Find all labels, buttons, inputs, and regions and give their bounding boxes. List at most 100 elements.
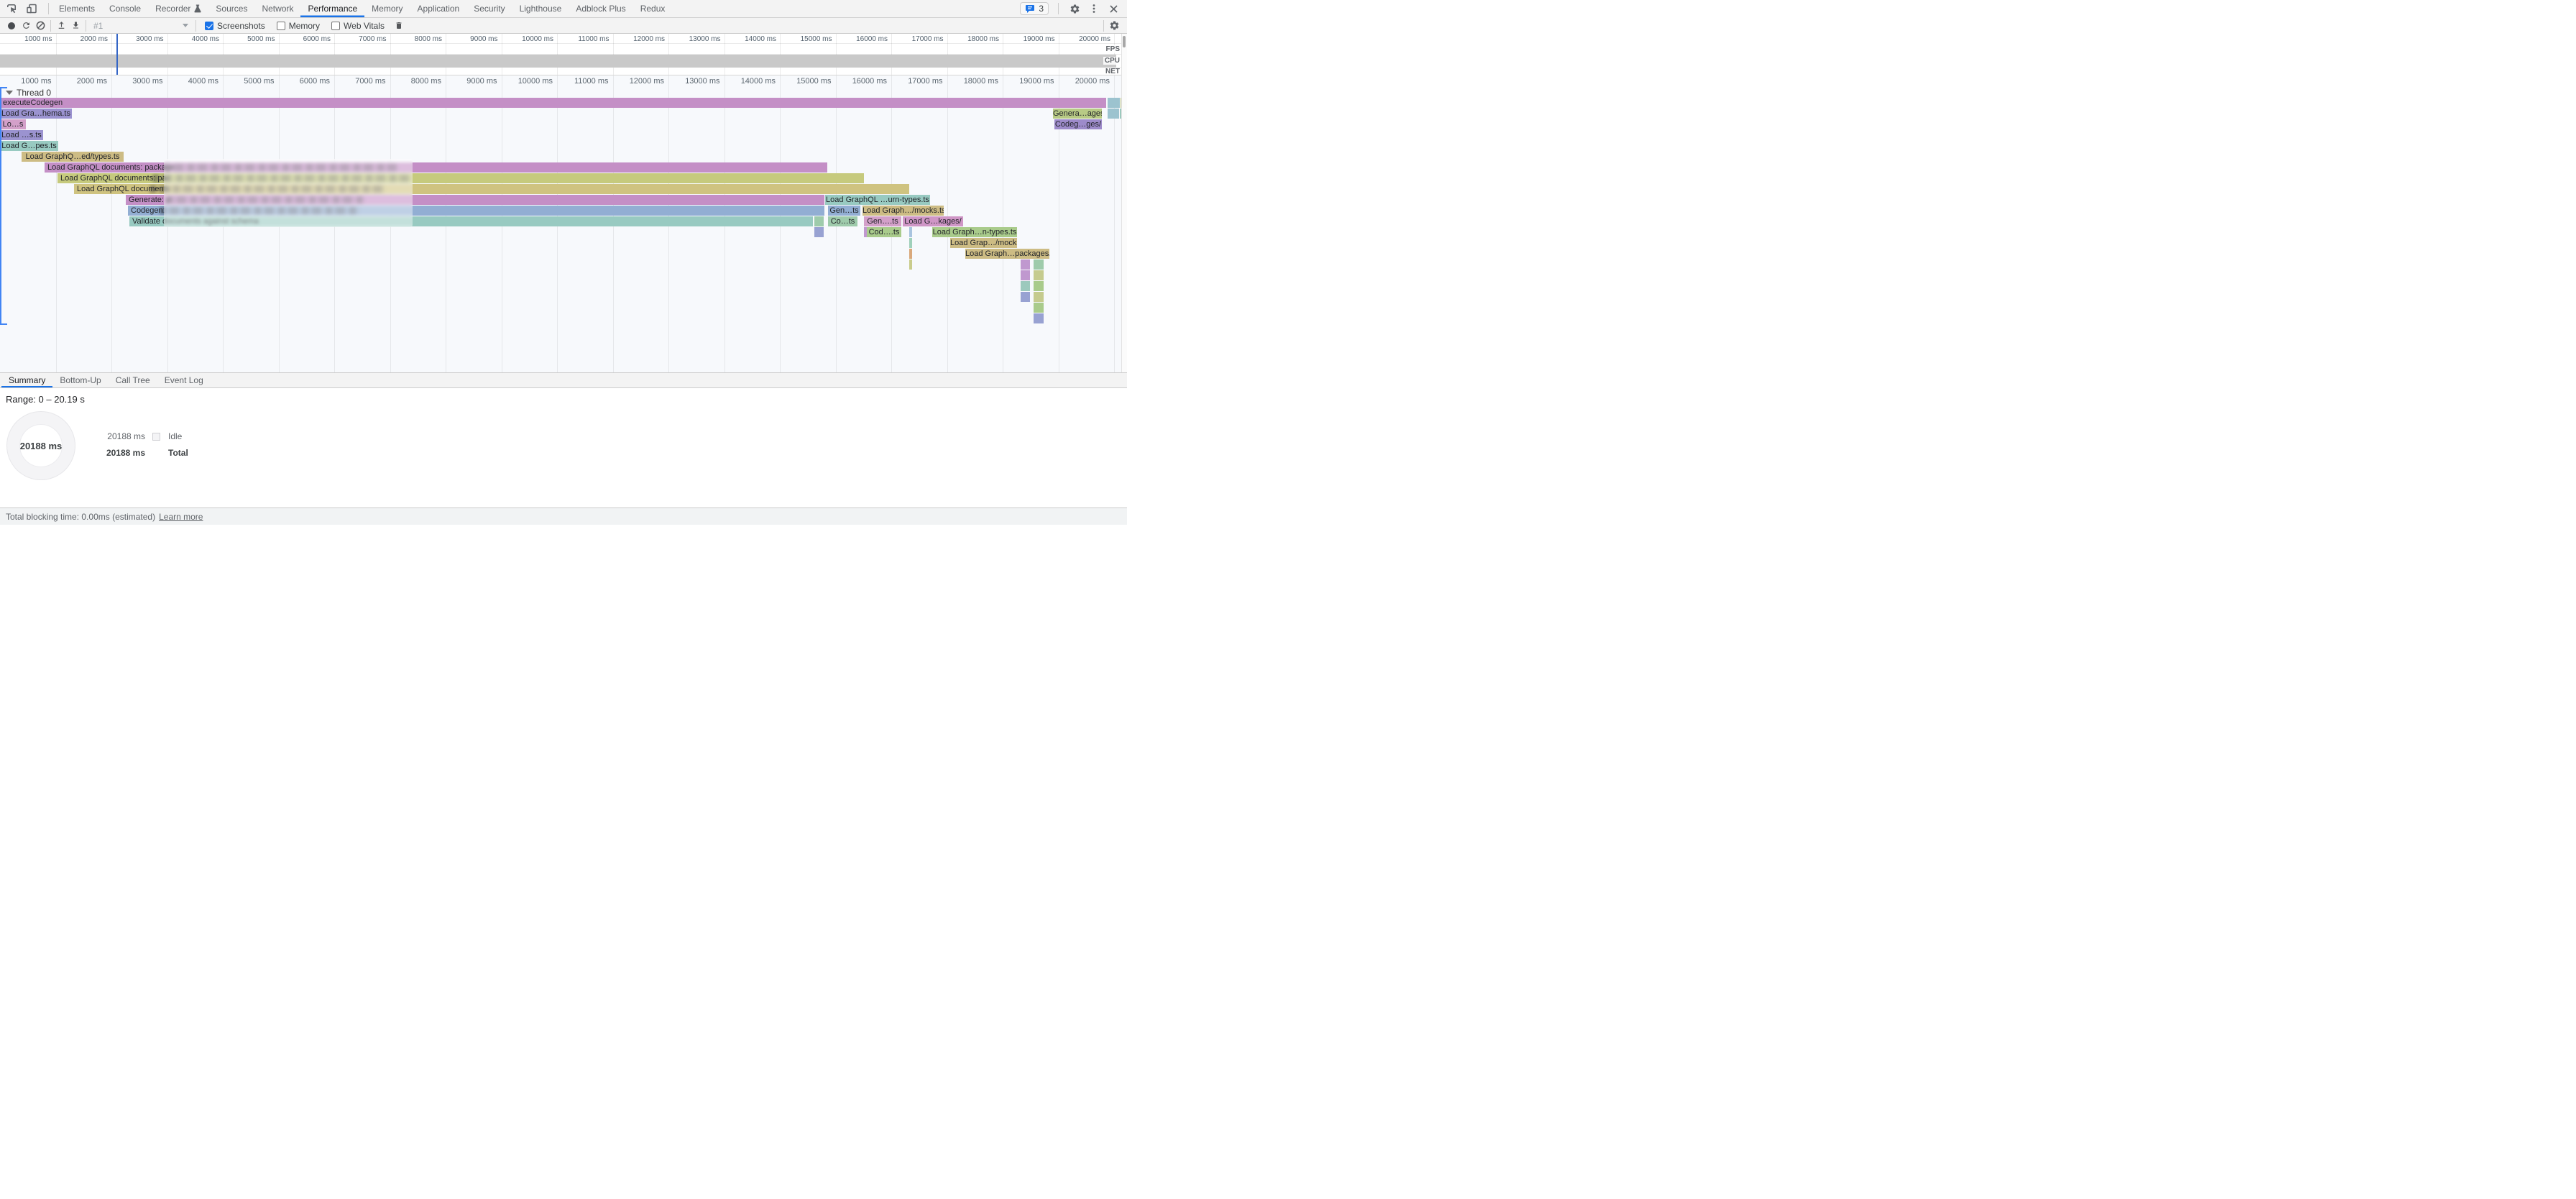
flame-bar[interactable]: Load Gra…hema.ts — [0, 109, 72, 119]
selection-bottom-handle[interactable] — [0, 323, 7, 325]
summary-pane: Range: 0 – 20.19 s 20188 ms 20188 msIdle… — [0, 388, 1127, 507]
record-icon[interactable] — [4, 19, 19, 32]
issues-count: 3 — [1039, 4, 1044, 14]
tab-performance[interactable]: Performance — [300, 0, 364, 17]
flame-bar-unlabeled[interactable] — [1021, 281, 1030, 291]
device-toolbar-icon[interactable] — [25, 2, 38, 15]
timeline-overview[interactable]: 1000 ms2000 ms3000 ms4000 ms5000 ms6000 … — [0, 34, 1127, 75]
flame-chart[interactable]: Thread 0 1000 ms2000 ms3000 ms4000 ms500… — [0, 75, 1127, 372]
gear-icon[interactable] — [1068, 2, 1081, 15]
legend-value: 20188 ms — [101, 431, 145, 441]
reload-icon[interactable] — [19, 19, 33, 32]
tab-adblock-plus[interactable]: Adblock Plus — [569, 0, 632, 17]
tab-sources[interactable]: Sources — [208, 0, 254, 17]
flame-bar-unlabeled[interactable] — [909, 238, 912, 248]
checkbox-memory[interactable]: Memory — [277, 21, 320, 31]
issues-button[interactable]: 3 — [1020, 2, 1049, 15]
flame-bar-unlabeled[interactable] — [909, 259, 912, 270]
unchecked-checkbox-icon[interactable] — [331, 22, 340, 30]
capture-settings-gear-icon[interactable] — [1107, 19, 1121, 32]
trash-icon[interactable] — [392, 19, 406, 32]
inspect-icon[interactable] — [5, 2, 18, 15]
flame-bar[interactable]: Load G…pes.ts — [0, 141, 58, 151]
flame-bar[interactable]: executeCodegen — [0, 98, 1106, 108]
flame-bar-unlabeled[interactable] — [1034, 313, 1044, 323]
flame-bar[interactable]: Load Graph…n-types.ts — [932, 227, 1017, 237]
tab-label: Elements — [59, 4, 95, 14]
time-label: 14000 ms — [722, 77, 776, 86]
flame-bar-unlabeled[interactable] — [1108, 98, 1120, 108]
unchecked-checkbox-icon[interactable] — [277, 22, 285, 30]
tab-redux[interactable]: Redux — [633, 0, 673, 17]
flame-bar[interactable]: Gen…ts — [828, 206, 860, 216]
flame-bar[interactable]: Load …s.ts — [0, 130, 43, 140]
clear-icon[interactable] — [33, 19, 47, 32]
time-label: 2000 ms — [53, 77, 107, 86]
tab-event-log[interactable]: Event Log — [157, 373, 211, 387]
vertical-scrollbar[interactable] — [1121, 34, 1127, 372]
flame-bar-unlabeled[interactable] — [1034, 292, 1044, 302]
flame-bar-label: Load G…pes.ts — [1, 142, 56, 150]
flame-bar-unlabeled[interactable] — [1021, 270, 1030, 280]
selection-left-edge[interactable] — [0, 87, 1, 325]
tab-elements[interactable]: Elements — [52, 0, 102, 17]
flame-bar-unlabeled[interactable] — [814, 216, 824, 226]
flame-bar-unlabeled[interactable] — [1021, 292, 1030, 302]
flame-bar-unlabeled[interactable] — [909, 227, 912, 237]
flame-bar-unlabeled[interactable] — [1034, 281, 1044, 291]
flame-bar[interactable]: Load GraphQL …urn-types.ts — [825, 195, 930, 205]
tab-console[interactable]: Console — [102, 0, 148, 17]
track-divider — [0, 43, 1127, 44]
flame-bar[interactable]: Load G…kages/ — [903, 216, 963, 226]
time-label: 4000 ms — [165, 35, 219, 43]
legend-row-total: 20188 msTotal — [101, 448, 188, 458]
tab-lighthouse[interactable]: Lighthouse — [512, 0, 569, 17]
checkbox-web-vitals[interactable]: Web Vitals — [331, 21, 385, 31]
flame-bar[interactable]: Cod….ts — [867, 227, 901, 237]
checked-checkbox-icon[interactable] — [205, 22, 213, 30]
tab-summary[interactable]: Summary — [1, 373, 52, 387]
flame-bar[interactable]: Load Graph…packages/ — [965, 249, 1049, 259]
flame-bar[interactable]: Co…ts — [828, 216, 857, 226]
flame-bar-unlabeled[interactable] — [1108, 109, 1119, 119]
flame-bar-unlabeled[interactable] — [909, 249, 912, 259]
flame-bar-unlabeled[interactable] — [1034, 270, 1044, 280]
flame-bar[interactable]: Load Graph…/mocks.ts — [862, 206, 944, 216]
time-label: 16000 ms — [833, 77, 887, 86]
tab-memory[interactable]: Memory — [364, 0, 410, 17]
flame-bar[interactable]: Codeg…ges/ — [1054, 119, 1102, 129]
kebab-menu-icon[interactable] — [1087, 2, 1100, 15]
flame-bar-label: Genera…ages/ — [1053, 109, 1102, 118]
flame-bar-unlabeled[interactable] — [1034, 303, 1044, 313]
close-icon[interactable] — [1107, 2, 1120, 15]
tab-recorder[interactable]: Recorder — [148, 0, 208, 17]
flame-bar[interactable]: Genera…ages/ — [1053, 109, 1102, 119]
flame-bar[interactable]: Lo…s — [0, 119, 26, 129]
learn-more-link[interactable]: Learn more — [159, 512, 203, 522]
time-label: 16000 ms — [834, 35, 888, 43]
flame-bar-unlabeled[interactable] — [1021, 259, 1030, 270]
flame-bar[interactable]: Load Grap…/mocks.ts — [950, 238, 1017, 248]
flame-bar[interactable]: Load GraphQ…ed/types.ts — [22, 152, 124, 162]
flame-bar[interactable]: Gen….ts — [864, 216, 901, 226]
tab-network[interactable]: Network — [254, 0, 300, 17]
upload-icon[interactable] — [54, 19, 68, 32]
flame-bar-label: Cod….ts — [869, 228, 900, 236]
recording-select[interactable]: #1 — [91, 19, 191, 32]
checkbox-screenshots[interactable]: Screenshots — [205, 21, 265, 31]
flame-bar-unlabeled[interactable] — [814, 227, 824, 237]
thread-header[interactable]: Thread 0 — [6, 88, 51, 98]
tab-call-tree[interactable]: Call Tree — [109, 373, 157, 387]
tab-security[interactable]: Security — [466, 0, 512, 17]
track-label-cpu: CPU — [1103, 57, 1121, 65]
panel-tabs: Elements ConsoleRecorderSourcesNetworkPer… — [52, 0, 672, 17]
tab-application[interactable]: Application — [410, 0, 467, 17]
time-label: 17000 ms — [890, 35, 944, 43]
download-icon[interactable] — [68, 19, 83, 32]
time-label: 14000 ms — [722, 35, 776, 43]
flame-bar-unlabeled[interactable] — [1034, 259, 1044, 270]
tab-bottom-up[interactable]: Bottom-Up — [52, 373, 108, 387]
flame-bar[interactable]: Load GraphQL documents: package — [45, 162, 827, 173]
selection-top-handle[interactable] — [0, 87, 7, 88]
scrollbar-thumb[interactable] — [1123, 36, 1126, 47]
